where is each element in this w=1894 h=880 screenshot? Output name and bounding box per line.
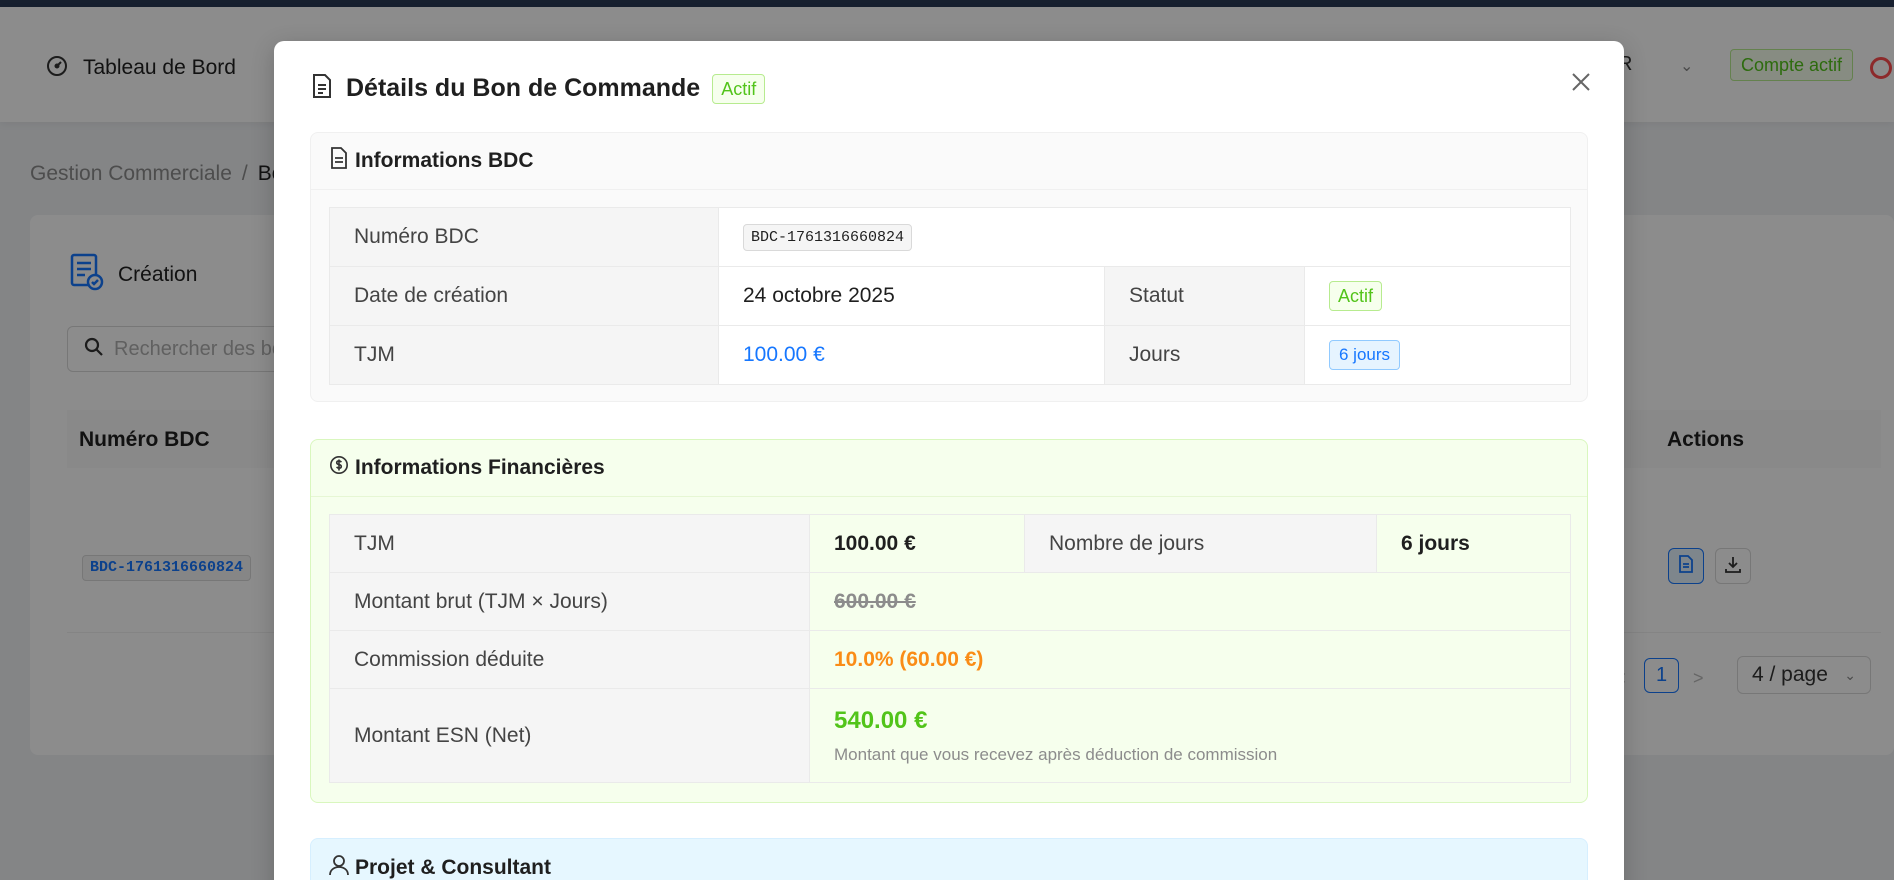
finance-info-table: TJM 100.00 € Nombre de jours 6 jours Mon… — [329, 514, 1571, 783]
status-tag: Actif — [1329, 281, 1383, 311]
bdc-number-code: BDC-1761316660824 — [743, 224, 913, 251]
net-amount-note: Montant que vous recevez après déduction… — [834, 744, 1278, 764]
value-bdc-number: BDC-1761316660824 — [718, 207, 1571, 267]
project-consultant-section: Projet & Consultant — [310, 838, 1588, 880]
finance-info-section: Informations Financières TJM 100.00 € No… — [310, 439, 1588, 803]
commission-amount: 10.0% (60.00 €) — [834, 647, 984, 671]
value-status: Actif — [1304, 266, 1571, 326]
value-commission: 10.0% (60.00 €) — [809, 630, 1571, 689]
value-days: 6 jours — [1304, 325, 1571, 385]
value-creation-date: 24 octobre 2025 — [718, 266, 1105, 326]
label-days: Jours — [1104, 325, 1305, 385]
section-header: Informations Financières — [311, 440, 1587, 497]
label-tjm: TJM — [329, 325, 719, 385]
dollar-icon — [329, 454, 349, 482]
label-commission: Commission déduite — [329, 630, 810, 689]
label-bdc-number: Numéro BDC — [329, 207, 719, 267]
status-badge: Actif — [712, 73, 766, 104]
days-tag: 6 jours — [1329, 340, 1401, 370]
modal-title-text: Détails du Bon de Commande — [346, 74, 701, 102]
value-gross-amount: 600.00 € — [809, 572, 1571, 631]
net-amount: 540.00 € — [834, 706, 928, 734]
modal-title: Détails du Bon de Commande Actif — [310, 73, 766, 104]
document-icon — [310, 73, 334, 104]
close-button[interactable] — [1566, 69, 1596, 99]
value-net-amount: 540.00 € Montant que vous recevez après … — [809, 688, 1571, 783]
label-status: Statut — [1104, 266, 1305, 326]
value-tjm: 100.00 € — [718, 325, 1105, 385]
gross-amount: 600.00 € — [834, 589, 916, 613]
close-icon — [1569, 70, 1593, 99]
label-days-count: Nombre de jours — [1024, 514, 1377, 573]
section-title: Projet & Consultant — [355, 855, 552, 879]
label-net-amount: Montant ESN (Net) — [329, 688, 810, 783]
value-tjm: 100.00 € — [809, 514, 1025, 573]
section-title: Informations BDC — [355, 149, 534, 172]
section-title: Informations Financières — [355, 456, 605, 479]
bdc-info-section: Informations BDC Numéro BDC BDC-17613166… — [310, 132, 1588, 402]
section-header: Projet & Consultant — [311, 839, 1587, 880]
label-creation-date: Date de création — [329, 266, 719, 326]
label-gross-amount: Montant brut (TJM × Jours) — [329, 572, 810, 631]
section-header: Informations BDC — [311, 133, 1587, 190]
user-icon — [329, 854, 349, 880]
bdc-info-table: Numéro BDC BDC-1761316660824 Date de cré… — [329, 207, 1571, 385]
value-days-count: 6 jours — [1376, 514, 1571, 573]
label-tjm: TJM — [329, 514, 810, 573]
document-icon — [329, 147, 349, 175]
bdc-details-modal: Détails du Bon de Commande Actif Informa… — [274, 41, 1624, 880]
